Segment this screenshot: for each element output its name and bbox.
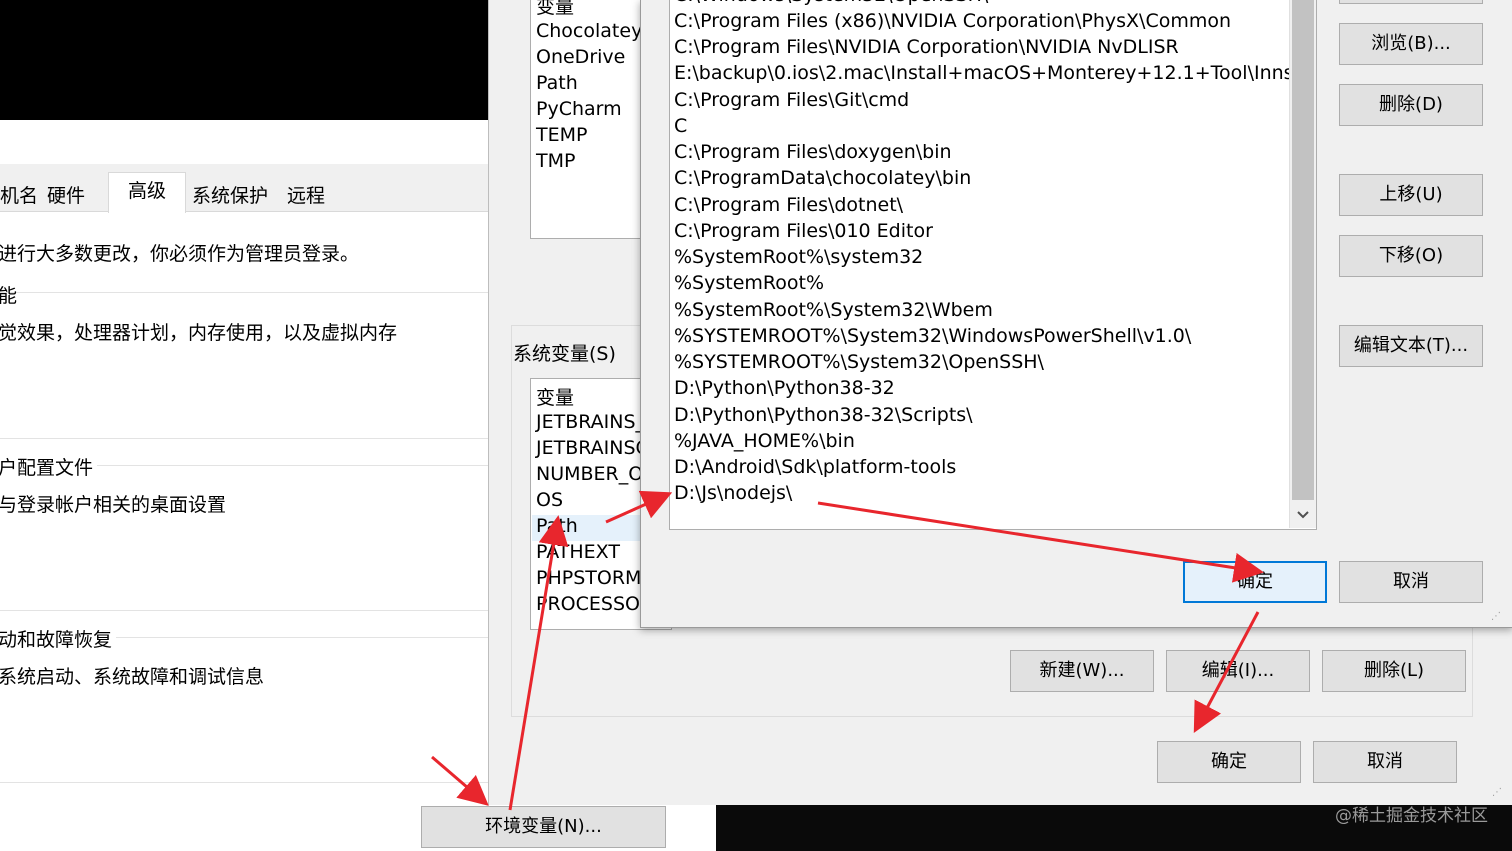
list-item[interactable]: C — [674, 113, 687, 139]
env-cancel-button[interactable]: 取消 — [1313, 741, 1457, 783]
list-item[interactable]: OneDrive — [536, 46, 625, 68]
list-item[interactable]: C:\Program Files\dotnet\ — [674, 192, 903, 218]
system-vars-column-header: 变量 — [536, 387, 575, 409]
list-item[interactable]: Path — [536, 72, 578, 94]
user-profile-group-title: 户配置文件 — [0, 453, 98, 480]
list-item[interactable]: D:\Python\Python38-32\Scripts\ — [674, 402, 973, 428]
path-entries-list[interactable]: C:\Windows\System32\OpenSSH\ C:\Program … — [669, 0, 1317, 530]
vertical-scrollbar[interactable] — [1289, 0, 1316, 528]
edit-ok-button[interactable]: 确定 — [1183, 561, 1327, 603]
list-item[interactable]: C:\Windows\System32\OpenSSH\ — [674, 0, 988, 8]
list-item[interactable]: %SystemRoot%\System32\Wbem — [674, 297, 993, 323]
tab-system-protection[interactable]: 系统保护 — [186, 182, 274, 210]
watermark: @稀土掘金技术社区 — [1335, 806, 1488, 826]
delete-path-button[interactable]: 删除(D) — [1339, 84, 1483, 126]
list-item[interactable]: C:\Program Files (x86)\NVIDIA Corporatio… — [674, 8, 1231, 34]
list-item[interactable]: %SystemRoot% — [674, 270, 824, 296]
divider — [0, 610, 490, 611]
startup-recovery-description: 系统启动、系统故障和调试信息 — [0, 666, 265, 688]
list-item[interactable]: TMP — [536, 150, 575, 172]
list-item[interactable]: PHPSTORM — [536, 567, 641, 589]
edit-text-button[interactable]: 编辑文本(T)... — [1339, 325, 1483, 367]
system-variables-label: 系统变量(S) — [513, 339, 620, 366]
delete-variable-button[interactable]: 删除(L) — [1322, 650, 1466, 692]
tab-hardware[interactable]: 硬件 — [41, 182, 91, 210]
list-item[interactable]: D:\Android\Sdk\platform-tools — [674, 454, 956, 480]
divider — [0, 438, 490, 439]
list-item[interactable]: JETBRAINS_ — [536, 411, 645, 433]
browse-button[interactable]: 浏览(B)... — [1339, 23, 1483, 65]
list-item[interactable]: %JAVA_HOME%\bin — [674, 428, 855, 454]
list-item[interactable]: E:\backup\0.ios\2.mac\Install+macOS+Mont… — [674, 60, 1312, 86]
list-item[interactable]: PyCharm — [536, 98, 622, 120]
list-item[interactable]: %SYSTEMROOT%\System32\OpenSSH\ — [674, 349, 1044, 375]
startup-recovery-group-title: 动和故障恢复 — [0, 625, 117, 652]
list-item[interactable]: TEMP — [536, 124, 587, 146]
move-down-button[interactable]: 下移(O) — [1339, 235, 1483, 277]
list-item[interactable]: C:\ProgramData\chocolatey\bin — [674, 165, 971, 191]
env-ok-button[interactable]: 确定 — [1157, 741, 1301, 783]
tab-remote[interactable]: 远程 — [281, 182, 331, 210]
tab-computer-name[interactable]: 机名 — [0, 182, 44, 210]
user-vars-column-header: 变量 — [536, 0, 575, 18]
system-properties-dialog: 机名 硬件 高级 系统保护 远程 进行大多数更改，你必须作为管理员登录。 能 觉… — [0, 120, 490, 851]
scrollbar-thumb[interactable] — [1292, 0, 1314, 500]
list-item[interactable]: PROCESSOR — [536, 593, 653, 615]
list-item[interactable]: C:\Program Files\Git\cmd — [674, 87, 909, 113]
tab-advanced[interactable]: 高级 — [108, 172, 186, 213]
move-up-button[interactable]: 上移(U) — [1339, 174, 1483, 216]
background-black-area — [0, 0, 490, 120]
edit-cancel-button[interactable]: 取消 — [1339, 561, 1483, 603]
chevron-down-icon[interactable] — [1290, 502, 1316, 528]
list-item[interactable]: OS — [536, 489, 563, 511]
resize-grip-icon[interactable]: ⋰ — [1490, 786, 1504, 800]
environment-variables-button[interactable]: 环境变量(N)... — [421, 806, 666, 848]
list-item[interactable]: PATHEXT — [536, 541, 620, 563]
list-item[interactable]: NUMBER_O — [536, 463, 643, 485]
list-item-selected[interactable]: Path — [536, 515, 578, 537]
edit-variable-button[interactable]: 编辑(I)... — [1166, 650, 1310, 692]
list-item[interactable]: %SystemRoot%\system32 — [674, 244, 923, 270]
list-item[interactable]: JETBRAINSC — [536, 437, 649, 459]
new-variable-button[interactable]: 新建(W)... — [1010, 650, 1154, 692]
divider — [0, 782, 490, 783]
list-item[interactable]: C:\Program Files\010 Editor — [674, 218, 933, 244]
tab-strip: 机名 硬件 高级 系统保护 远程 — [0, 164, 490, 213]
list-item[interactable]: C:\Program Files\NVIDIA Corporation\NVID… — [674, 34, 1179, 60]
list-item[interactable]: %SYSTEMROOT%\System32\WindowsPowerShell\… — [674, 323, 1191, 349]
new-path-button-partial[interactable] — [1339, 0, 1483, 4]
resize-grip-icon[interactable]: ⋰ — [1489, 610, 1503, 624]
list-item[interactable]: C:\Program Files\doxygen\bin — [674, 139, 952, 165]
admin-note: 进行大多数更改，你必须作为管理员登录。 — [0, 243, 360, 265]
divider — [0, 292, 490, 293]
user-profile-description: 与登录帐户相关的桌面设置 — [0, 494, 227, 516]
list-item-new-entry[interactable]: D:\Js\nodejs\ — [674, 480, 792, 506]
list-item[interactable]: D:\Python\Python38-32 — [674, 375, 895, 401]
performance-group-title: 能 — [0, 285, 18, 307]
list-item[interactable]: ChocolateyI — [536, 20, 648, 42]
performance-description: 觉效果，处理器计划，内存使用，以及虚拟内存 — [0, 322, 398, 344]
